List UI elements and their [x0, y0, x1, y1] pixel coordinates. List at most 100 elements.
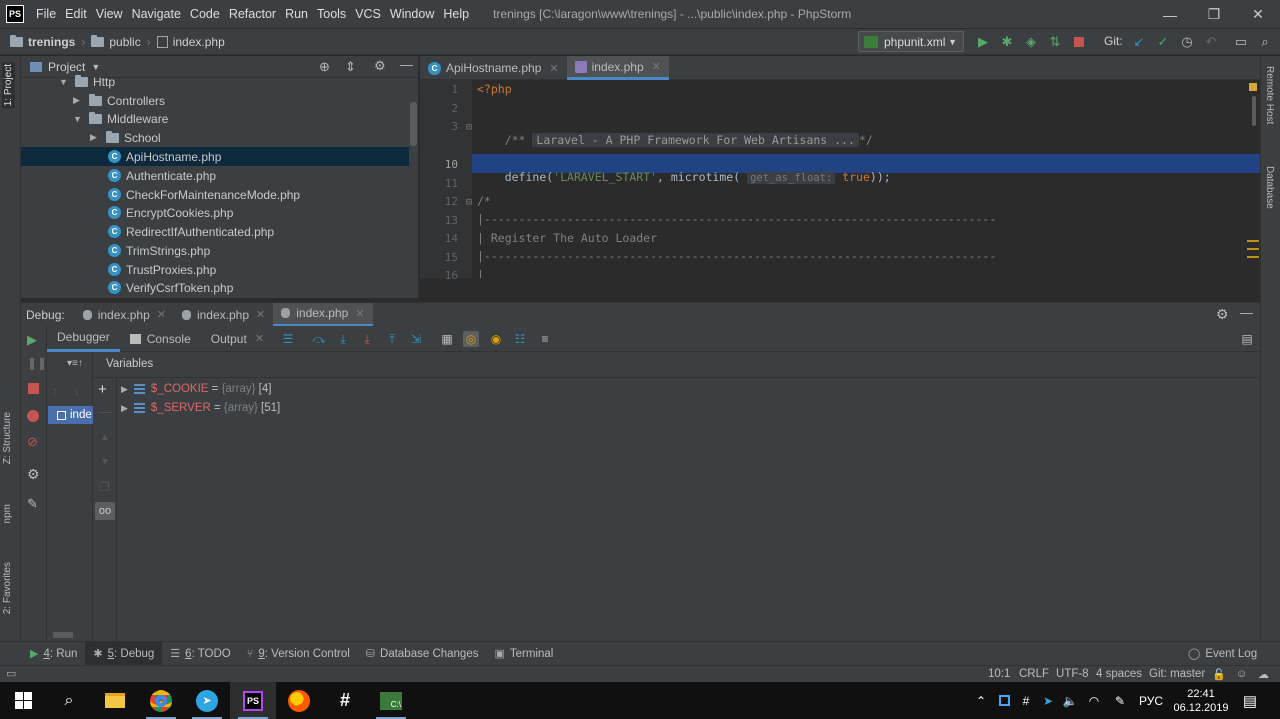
- tree-item-controllers[interactable]: ▶ Controllers: [73, 91, 165, 110]
- tab-debugger[interactable]: Debugger: [47, 326, 120, 352]
- coverage-icon[interactable]: ◈: [1022, 33, 1040, 51]
- debug-session-tab[interactable]: index.php ✕: [174, 303, 273, 327]
- debug-session-tab[interactable]: index.php ✕: [75, 303, 174, 327]
- editor-tab-index[interactable]: index.php ✕: [566, 56, 669, 80]
- menu-window[interactable]: Window: [390, 7, 434, 21]
- menu-vcs[interactable]: VCS: [355, 7, 381, 21]
- remove-watch-icon[interactable]: —: [99, 404, 112, 419]
- break-at-first-line-icon[interactable]: ◎: [463, 331, 479, 347]
- close-tab-icon[interactable]: ✕: [652, 60, 661, 73]
- frame-item[interactable]: inde: [48, 406, 93, 424]
- run-to-cursor-icon[interactable]: ⇲: [408, 331, 424, 347]
- inspector-icon[interactable]: ☺: [1236, 668, 1247, 680]
- tool-tab-debug[interactable]: ✱ 5: Debug: [85, 641, 163, 666]
- tree-item-trustproxies[interactable]: C TrustProxies.php: [108, 260, 216, 279]
- tab-console[interactable]: Console: [120, 326, 201, 352]
- expand-arrow-icon[interactable]: ▶: [121, 384, 128, 395]
- pen-icon[interactable]: ✎: [1112, 682, 1128, 719]
- profile-icon[interactable]: ⇅: [1046, 33, 1064, 51]
- tree-item-checkformaintenancemode[interactable]: C CheckForMaintenanceMode.php: [108, 185, 300, 204]
- glasses-icon[interactable]: oo: [95, 502, 115, 520]
- resume-icon[interactable]: ▶: [27, 332, 37, 348]
- wifi-icon[interactable]: ◠: [1086, 682, 1102, 719]
- vcs-update-icon[interactable]: ↙: [1130, 33, 1148, 51]
- tool-tab-database-changes[interactable]: ⛁ Database Changes: [358, 642, 487, 666]
- inspection-warning-icon[interactable]: [1249, 83, 1257, 91]
- toggle-tool-windows-icon[interactable]: ▭: [6, 667, 16, 680]
- warning-stripe[interactable]: [1247, 240, 1259, 242]
- structure-tool-tab[interactable]: Z: Structure: [2, 412, 13, 464]
- volume-icon[interactable]: 🔈: [1062, 682, 1078, 719]
- tool-tab-terminal[interactable]: ▣ Terminal: [486, 642, 561, 666]
- breadcrumb-file[interactable]: index.php: [156, 35, 225, 49]
- tool-tab-event-log[interactable]: ◯ Event Log: [1180, 642, 1265, 666]
- vcs-commit-icon[interactable]: ✓: [1154, 33, 1172, 51]
- debug-session-tab-active[interactable]: index.php ✕: [273, 302, 373, 327]
- frames-scrollbar[interactable]: [53, 632, 73, 638]
- breadcrumb-public[interactable]: public: [91, 34, 141, 49]
- windows-start-button[interactable]: [0, 682, 46, 719]
- close-tab-icon[interactable]: ✕: [255, 332, 264, 345]
- move-down-icon[interactable]: ▼: [100, 457, 110, 468]
- add-watch-icon[interactable]: +: [98, 381, 107, 398]
- dropbox-tray-icon[interactable]: [996, 682, 1012, 719]
- tree-item-http[interactable]: ▼ Http: [59, 72, 115, 91]
- force-step-into-icon[interactable]: ⤓: [359, 331, 375, 347]
- language-indicator[interactable]: РУС: [1138, 682, 1164, 719]
- view-breakpoints-icon[interactable]: [27, 410, 39, 422]
- taskbar-file-explorer[interactable]: [92, 682, 138, 719]
- menu-refactor[interactable]: Refactor: [229, 7, 276, 21]
- taskbar-phpstorm[interactable]: PS: [230, 682, 276, 719]
- step-over-icon[interactable]: ⤼: [311, 331, 327, 347]
- show-execution-point-icon[interactable]: ☰: [280, 331, 296, 347]
- lock-icon[interactable]: 🔓: [1212, 668, 1226, 681]
- project-tool-tab[interactable]: 1: Project: [2, 62, 15, 109]
- clock[interactable]: 22:41 06.12.2019: [1170, 682, 1232, 719]
- stop-icon[interactable]: [1070, 33, 1088, 51]
- menu-tools[interactable]: Tools: [317, 7, 346, 21]
- tool-tab-todo[interactable]: ☰ 6: TODO: [162, 642, 238, 666]
- watch-icon[interactable]: ◉: [488, 331, 504, 347]
- step-out-icon[interactable]: ⤒: [384, 331, 400, 347]
- menu-file[interactable]: File: [36, 7, 56, 21]
- pin-icon[interactable]: ✎: [27, 496, 38, 512]
- list-icon[interactable]: ☷: [512, 331, 528, 347]
- code-editor[interactable]: <?php /** Laravel - A PHP Framework For …: [472, 80, 1260, 278]
- tool-tab-run[interactable]: ▶ 4: Run: [22, 642, 85, 666]
- remote-host-tool-tab[interactable]: Remote Host: [1264, 66, 1275, 124]
- notifications-icon[interactable]: ☁: [1258, 668, 1269, 681]
- move-up-icon[interactable]: ▲: [100, 432, 110, 443]
- status-indent[interactable]: 4 spaces: [1096, 668, 1142, 680]
- taskbar-telegram[interactable]: ➤: [184, 682, 230, 719]
- status-git-branch[interactable]: Git: master: [1149, 668, 1205, 680]
- settings-icon[interactable]: ⚙: [27, 466, 40, 483]
- locate-icon[interactable]: ⊕: [319, 59, 330, 75]
- tree-item-redirectifauthenticated[interactable]: C RedirectIfAuthenticated.php: [108, 222, 274, 241]
- editor-tab-apihostname[interactable]: C ApiHostname.php ✕: [420, 56, 567, 80]
- run-config-select[interactable]: phpunit.xml ▼: [858, 31, 964, 52]
- duplicate-icon[interactable]: ❐: [99, 480, 110, 494]
- stop-icon[interactable]: [28, 383, 39, 394]
- gear-icon[interactable]: ⚙: [1216, 306, 1229, 323]
- project-scrollbar[interactable]: [410, 102, 417, 146]
- menu-edit[interactable]: Edit: [65, 7, 87, 21]
- thread-select[interactable]: ▾≡↑: [67, 358, 83, 369]
- menu-view[interactable]: View: [96, 7, 123, 21]
- minimize-button[interactable]: —: [1148, 0, 1192, 29]
- tree-item-encryptcookies[interactable]: C EncryptCookies.php: [108, 203, 233, 222]
- telegram-tray-icon[interactable]: ➤: [1040, 682, 1056, 719]
- editor-scrollbar[interactable]: [1252, 96, 1256, 126]
- warning-stripe[interactable]: [1247, 256, 1259, 258]
- close-window-button[interactable]: ✕: [1236, 0, 1280, 29]
- menu-help[interactable]: Help: [443, 7, 469, 21]
- show-hidden-icons-icon[interactable]: ⌃: [974, 682, 988, 719]
- close-tab-icon[interactable]: ✕: [355, 307, 364, 320]
- status-caret-position[interactable]: 10:1: [988, 668, 1010, 680]
- pause-icon[interactable]: ❚❚: [27, 356, 47, 370]
- restore-layout-icon[interactable]: ≡: [537, 331, 553, 347]
- layout-icon[interactable]: ▭: [1232, 33, 1250, 51]
- run-icon[interactable]: ▶: [974, 33, 992, 51]
- action-center-icon[interactable]: ▤: [1238, 682, 1262, 719]
- taskbar-search-button[interactable]: ⌕: [46, 682, 92, 719]
- favorites-tool-tab[interactable]: 2: Favorites: [2, 562, 13, 614]
